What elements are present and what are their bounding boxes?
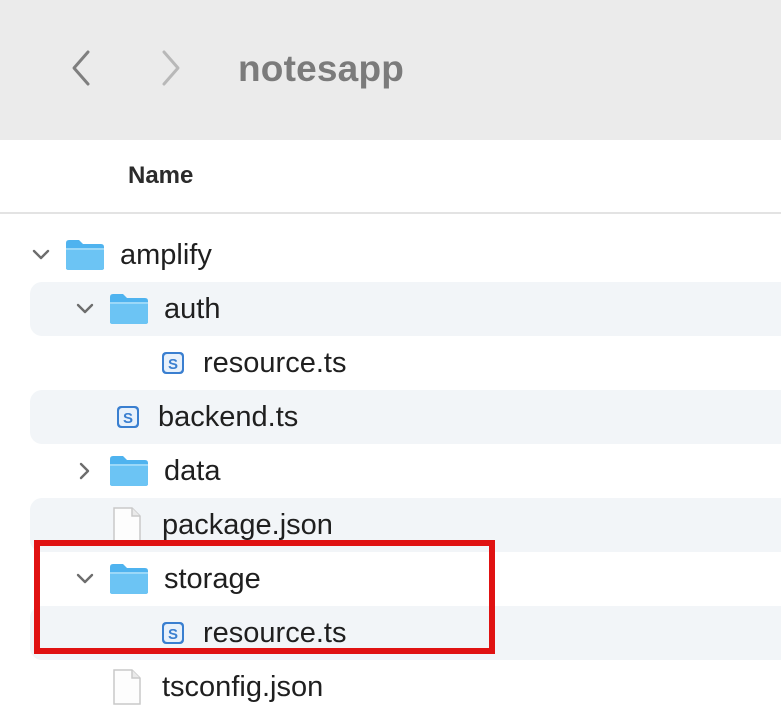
svg-text:S: S [168,356,178,373]
forward-button[interactable] [146,40,196,96]
tree-row[interactable]: storage [30,552,781,606]
svg-text:S: S [123,410,133,427]
tree-row[interactable]: Sbackend.ts [30,390,781,444]
folder-icon [108,292,150,326]
tree-row[interactable]: tsconfig.json [30,660,781,714]
typescript-file-icon: S [161,621,185,645]
chevron-down-icon[interactable] [74,568,96,590]
tree-row[interactable]: auth [30,282,781,336]
tree-row-label: auth [164,292,221,325]
folder-icon [108,454,150,488]
typescript-file-icon: S [116,405,140,429]
column-header: Name [0,140,781,214]
chevron-right-icon [162,50,180,86]
typescript-file-icon: S [161,351,185,375]
tree-row[interactable]: Sresource.ts [30,336,781,390]
tree-row-label: tsconfig.json [162,670,324,703]
document-file-icon [112,668,142,706]
tree-row-label: resource.ts [203,616,347,649]
chevron-down-icon[interactable] [74,298,96,320]
tree-row[interactable]: data [30,444,781,498]
tree-row-label: storage [164,562,261,595]
window-title: notesapp [238,48,405,89]
name-column-header[interactable]: Name [128,162,193,190]
chevron-left-icon [72,50,90,86]
chevron-down-icon[interactable] [30,244,52,266]
tree-row[interactable]: amplify [30,228,781,282]
back-button[interactable] [56,40,106,96]
folder-icon [64,238,106,272]
tree-row-label: backend.ts [158,400,299,433]
finder-toolbar: notesapp [0,0,781,141]
svg-text:S: S [168,626,178,643]
tree-row-label: data [164,454,221,487]
tree-row[interactable]: Sresource.ts [30,606,781,660]
tree-row-label: resource.ts [203,346,347,379]
tree-row[interactable]: package.json [30,498,781,552]
tree-row-label: amplify [120,238,212,271]
tree-row-label: package.json [162,508,333,541]
folder-icon [108,562,150,596]
chevron-right-icon[interactable] [74,460,96,482]
document-file-icon [112,506,142,544]
